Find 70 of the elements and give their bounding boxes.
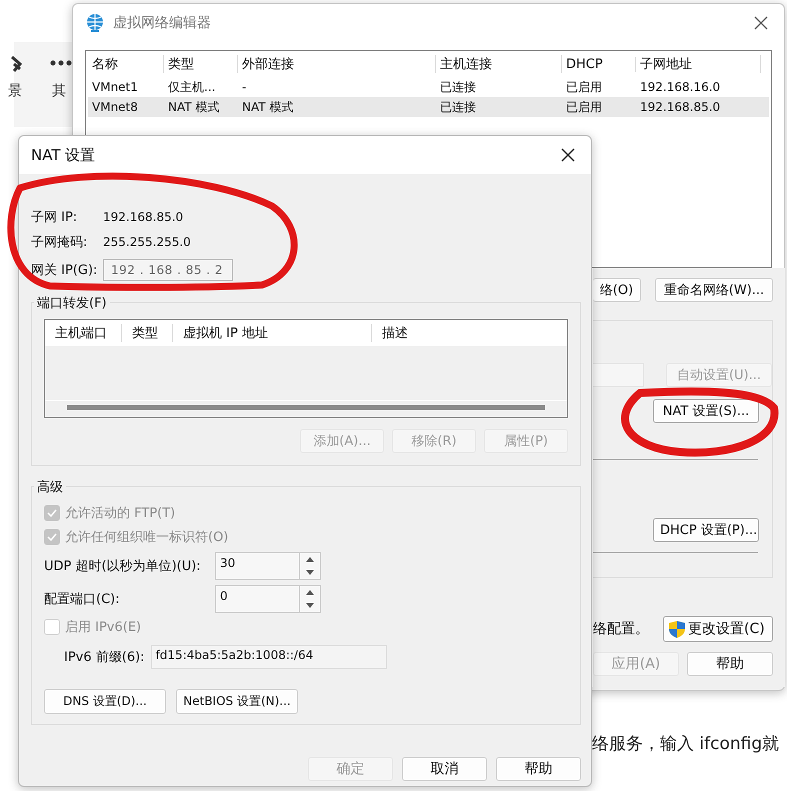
number-spinner[interactable]: 0 <box>215 584 321 612</box>
field-label: 子网掩码: <box>31 234 88 250</box>
table-cell-text: 已连接 <box>439 98 477 116</box>
toolbar-label[interactable]: 景 <box>8 82 22 100</box>
column-header[interactable]: 主机连接 <box>436 55 562 73</box>
column-header[interactable]: 描述 <box>372 324 408 342</box>
nat-settings-button[interactable]: NAT 设置(S)... <box>653 399 759 423</box>
table-cell-text: 已连接 <box>439 78 477 96</box>
toolbar-label[interactable]: 其 <box>52 82 66 100</box>
group-title: 高级 <box>34 478 66 496</box>
network-button[interactable]: 重命名网络(W)... <box>655 278 773 302</box>
article-text: 络服务，输入 ifconfig就 <box>592 733 780 755</box>
table-cell-text: 仅主机... <box>167 78 216 96</box>
check-icon <box>46 531 58 543</box>
dialog-button[interactable]: 取消 <box>402 757 487 781</box>
number-spinner[interactable]: 30 <box>215 552 321 580</box>
down-arrow-icon[interactable] <box>306 602 314 608</box>
column-header[interactable]: 子网地址 <box>636 55 761 73</box>
network-button[interactable]: 络(O) <box>593 278 641 302</box>
close-icon <box>754 16 768 30</box>
table-cell-text: - <box>241 80 248 94</box>
ipv6-prefix-field[interactable]: fd15:4ba5:5a2b:1008::/64 <box>150 645 387 669</box>
scrollbar-thumb[interactable] <box>67 404 545 410</box>
field-label: UDP 超时(以秒为单位)(U): <box>44 558 202 574</box>
field-value: 255.255.255.0 <box>103 234 191 248</box>
shield-icon <box>668 620 686 638</box>
field-label: 配置端口(C): <box>44 590 121 608</box>
up-arrow-icon[interactable] <box>306 556 314 562</box>
table-cell-text: VMnet1 <box>91 80 139 94</box>
settings-button[interactable]: DNS 设置(D)... <box>44 689 166 714</box>
field-label: IPv6 前缀(6): <box>64 649 145 666</box>
up-arrow-icon[interactable] <box>306 590 314 594</box>
column-header[interactable]: DHCP <box>562 56 636 72</box>
dhcp-settings-button[interactable]: DHCP 设置(P)... <box>653 518 759 542</box>
change-settings-button[interactable]: 更改设置(C) <box>663 616 773 642</box>
settings-button[interactable]: NetBIOS 设置(N)... <box>176 689 298 714</box>
ip-address-field[interactable]: 192 . 168 . 85 . 2 <box>103 259 233 281</box>
table-row[interactable]: VMnet1 仅主机... - 已连接 已启用 192.168.16.0 <box>88 77 769 97</box>
table-cell-text: 192.168.16.0 <box>639 80 722 94</box>
checkbox-label: 允许任何组织唯一标识符(O) <box>65 529 228 546</box>
table-cell-text: 已启用 <box>565 78 603 96</box>
window-title: 虚拟网络编辑器 <box>113 14 212 32</box>
table-cell-text: VMnet8 <box>91 100 139 114</box>
down-arrow-icon[interactable] <box>306 570 314 574</box>
dialog-button[interactable]: 帮助 <box>496 757 581 781</box>
check-icon <box>46 507 58 519</box>
more-icon[interactable] <box>50 60 72 66</box>
globe-icon <box>85 13 105 33</box>
table-cell-text: 已启用 <box>565 98 603 116</box>
close-icon <box>561 148 575 162</box>
field-value: 192.168.85.0 <box>103 210 184 224</box>
column-header[interactable]: 外部连接 <box>238 55 436 73</box>
footer-button[interactable]: 帮助 <box>687 652 773 676</box>
column-header[interactable]: 主机端口 <box>45 324 122 342</box>
column-header[interactable]: 名称 <box>88 55 164 73</box>
dialog-title: NAT 设置 <box>31 146 96 164</box>
column-header[interactable]: 类型 <box>122 324 173 342</box>
checkbox-label: 允许活动的 FTP(T) <box>65 505 176 522</box>
table-cell-text: NAT 模式 <box>241 98 294 116</box>
checkbox-label: 启用 IPv6(E) <box>65 619 142 636</box>
table-cell-text: 192.168.85.0 <box>639 100 722 114</box>
admin-note: 络配置。 <box>593 620 649 638</box>
horizontal-scrollbar[interactable] <box>45 400 567 413</box>
group-title: 端口转发(F) <box>34 294 110 312</box>
column-header[interactable]: 虚拟机 IP 地址 <box>173 324 372 342</box>
table-row[interactable]: VMnet8 NAT 模式 NAT 模式 已连接 已启用 192.168.85.0 <box>88 97 769 117</box>
column-header[interactable]: 类型 <box>164 55 238 73</box>
table-cell-text: NAT 模式 <box>167 98 220 116</box>
field-label: 子网 IP: <box>31 208 78 226</box>
field-label: 网关 IP(G): <box>31 262 98 279</box>
